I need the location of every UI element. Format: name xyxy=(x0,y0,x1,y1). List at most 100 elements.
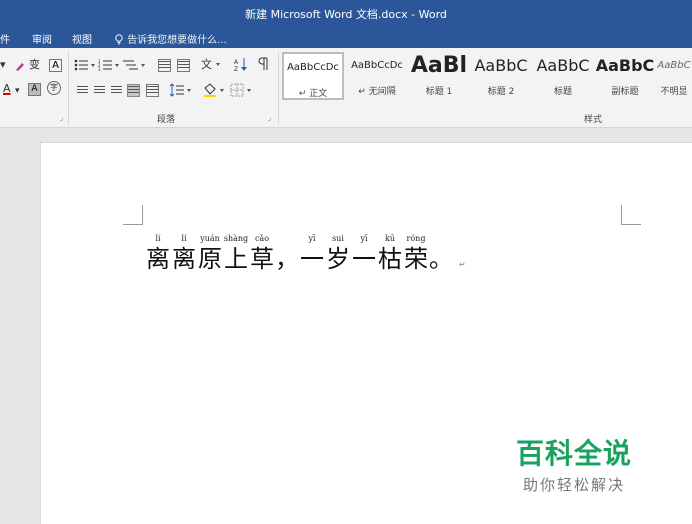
divider xyxy=(68,52,69,124)
font-dialog-launcher-icon[interactable]: ⌟ xyxy=(60,114,63,122)
ruby-char: kū 枯 xyxy=(377,233,403,273)
style-sample: AaBl xyxy=(410,53,468,78)
style-title[interactable]: AaBbC 标题 xyxy=(532,52,594,100)
styles-group-label: 样式 xyxy=(584,115,603,125)
style-sample: AaBbC xyxy=(657,60,691,71)
borders-icon[interactable] xyxy=(230,83,254,97)
hanzi: 一 xyxy=(300,245,324,273)
ruby-char: suì 岁 xyxy=(325,233,351,273)
style-name: 副标题 xyxy=(611,87,639,97)
style-name: 标题 1 xyxy=(425,87,453,97)
distributed-icon[interactable] xyxy=(146,84,159,97)
ruby-char: yī 一 xyxy=(299,233,325,273)
hanzi: 草 xyxy=(250,245,274,273)
shading-bucket-icon[interactable] xyxy=(202,83,226,97)
increase-indent-icon[interactable] xyxy=(177,59,190,72)
pinyin: kū xyxy=(385,234,395,243)
watermark-subtitle: 助你轻松解决 xyxy=(523,476,626,494)
watermark-title: 百科全说 xyxy=(516,437,633,470)
pinyin: shàng xyxy=(223,234,249,243)
margin-corner-top-left xyxy=(123,205,143,225)
hanzi: 一 xyxy=(352,245,376,273)
tab-file[interactable]: 件 xyxy=(0,31,10,46)
show-formatting-icon[interactable] xyxy=(258,57,270,71)
style-heading-2[interactable]: AaBbC 标题 2 xyxy=(470,52,532,100)
style-sample: AaBbC xyxy=(595,56,655,75)
ruby-char: yuán 原 xyxy=(197,233,223,273)
ruby-char: lí 离 xyxy=(145,233,171,273)
style-subtitle[interactable]: AaBbC 副标题 xyxy=(594,52,656,100)
hanzi: 岁 xyxy=(326,245,350,273)
window-title: 新建 Microsoft Word 文档.docx - Word xyxy=(245,8,447,21)
decrease-indent-icon[interactable] xyxy=(158,59,171,72)
lightbulb-icon xyxy=(115,34,123,45)
hanzi: 离 xyxy=(146,245,170,273)
paragraph-dialog-launcher-icon[interactable]: ⌟ xyxy=(268,114,271,122)
sort-icon[interactable]: AZ xyxy=(234,57,248,72)
style-sample: AaBbCcDc xyxy=(351,60,403,71)
style-no-spacing[interactable]: AaBbCcDc ↵ 无间隔 xyxy=(346,52,408,100)
hanzi: 离 xyxy=(172,245,196,273)
title-bar: 新建 Microsoft Word 文档.docx - Word xyxy=(0,0,692,28)
style-sample: AaBbC xyxy=(474,56,528,75)
phonetic-guide-icon[interactable]: 变 xyxy=(29,58,40,72)
font-color-icon[interactable]: A xyxy=(3,82,11,96)
style-name: 标题 2 xyxy=(487,87,515,97)
pinyin: yuán xyxy=(200,234,220,243)
line-spacing-icon[interactable] xyxy=(170,83,192,97)
styles-gallery: AaBbCcDc ↵ 正文 AaBbCcDc ↵ 无间隔 AaBl 标题 1 A… xyxy=(282,50,692,106)
tab-view[interactable]: 视图 xyxy=(72,31,92,46)
ruby-char: shàng 上 xyxy=(223,233,249,273)
style-sample: AaBbCcDc xyxy=(287,62,339,73)
align-right-icon[interactable] xyxy=(111,86,122,96)
ruby-char: lí 离 xyxy=(171,233,197,273)
tab-review[interactable]: 审阅 xyxy=(32,31,52,46)
style-name: ↵ 正文 xyxy=(298,89,328,99)
font-color-dropdown[interactable]: ▾ xyxy=(15,84,20,98)
svg-text:文: 文 xyxy=(201,57,212,71)
pinyin: suì xyxy=(332,234,344,243)
pinyin: lí xyxy=(181,234,187,243)
char-border-icon[interactable]: A xyxy=(49,59,62,72)
style-name: ↵ 无间隔 xyxy=(358,87,396,97)
justify-icon[interactable] xyxy=(127,84,140,97)
multilevel-list-icon[interactable] xyxy=(122,58,146,72)
pinyin: yī xyxy=(308,234,316,243)
paragraph-group-label: 段落 xyxy=(157,115,176,125)
align-center-icon[interactable] xyxy=(94,86,105,96)
style-name: 不明显 xyxy=(660,87,688,97)
bullets-icon[interactable] xyxy=(74,58,96,72)
pinyin: lí xyxy=(155,234,161,243)
tell-me-label: 告诉我您想要做什么... xyxy=(127,35,227,46)
margin-corner-top-right xyxy=(621,205,641,225)
highlight-pen-icon[interactable] xyxy=(14,60,26,72)
divider xyxy=(278,52,279,124)
ruby-char: róng 荣 xyxy=(403,233,429,273)
pinyin: yī xyxy=(360,234,368,243)
enclose-char-icon[interactable]: 字 xyxy=(47,81,61,95)
style-heading-1[interactable]: AaBl 标题 1 xyxy=(408,52,470,100)
pinyin: cǎo xyxy=(254,234,270,243)
paragraph-mark: ↵ xyxy=(459,260,466,269)
comma: ， xyxy=(275,245,299,273)
align-left-icon[interactable] xyxy=(77,86,88,96)
hanzi: 上 xyxy=(224,245,248,273)
tell-me-box[interactable]: 告诉我您想要做什么... xyxy=(114,31,227,46)
chinese-layout-icon[interactable]: 文 xyxy=(200,57,222,72)
style-normal[interactable]: AaBbCcDc ↵ 正文 xyxy=(282,52,344,100)
svg-text:3: 3 xyxy=(98,67,101,72)
char-shading-icon[interactable]: A xyxy=(28,83,41,96)
watermark: 百科全说 助你轻松解决 xyxy=(516,432,632,495)
poem-line[interactable]: lí 离 lí 离 yuán 原 shàng 上 cǎo 草 ， yī 一 suì 岁 yī 一… xyxy=(145,233,466,273)
style-subtle-emphasis[interactable]: AaBbC 不明显 xyxy=(656,52,692,100)
ribbon-tabs: 件 审阅 视图 告诉我您想要做什么... xyxy=(0,28,692,48)
ruby-char: cǎo 草 xyxy=(249,233,275,273)
hanzi: 原 xyxy=(198,245,222,273)
period: 。 xyxy=(429,245,453,273)
svg-text:Z: Z xyxy=(234,66,238,72)
style-sample: AaBbC xyxy=(536,56,590,75)
font-dropdown-arrow[interactable]: ▾ xyxy=(0,58,6,72)
hanzi: 荣 xyxy=(404,245,428,273)
ruby-char: yī 一 xyxy=(351,233,377,273)
numbering-icon[interactable]: 123 xyxy=(98,58,120,72)
